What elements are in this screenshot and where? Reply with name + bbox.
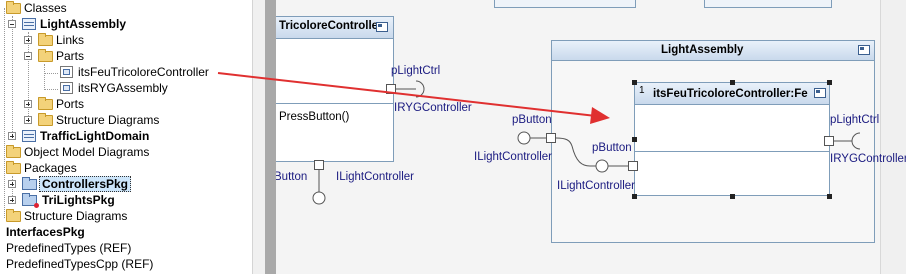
provided-interface-lollipop xyxy=(312,191,326,205)
connector-overlay xyxy=(217,72,861,205)
required-interface-socket xyxy=(415,80,425,98)
provided-interface-lollipop xyxy=(517,131,531,145)
delegation-connector xyxy=(555,137,628,167)
required-interface-socket xyxy=(851,132,861,150)
drag-arrow-head xyxy=(590,107,610,124)
provided-interface-lollipop xyxy=(595,159,609,173)
drag-arrow-line xyxy=(217,72,597,117)
